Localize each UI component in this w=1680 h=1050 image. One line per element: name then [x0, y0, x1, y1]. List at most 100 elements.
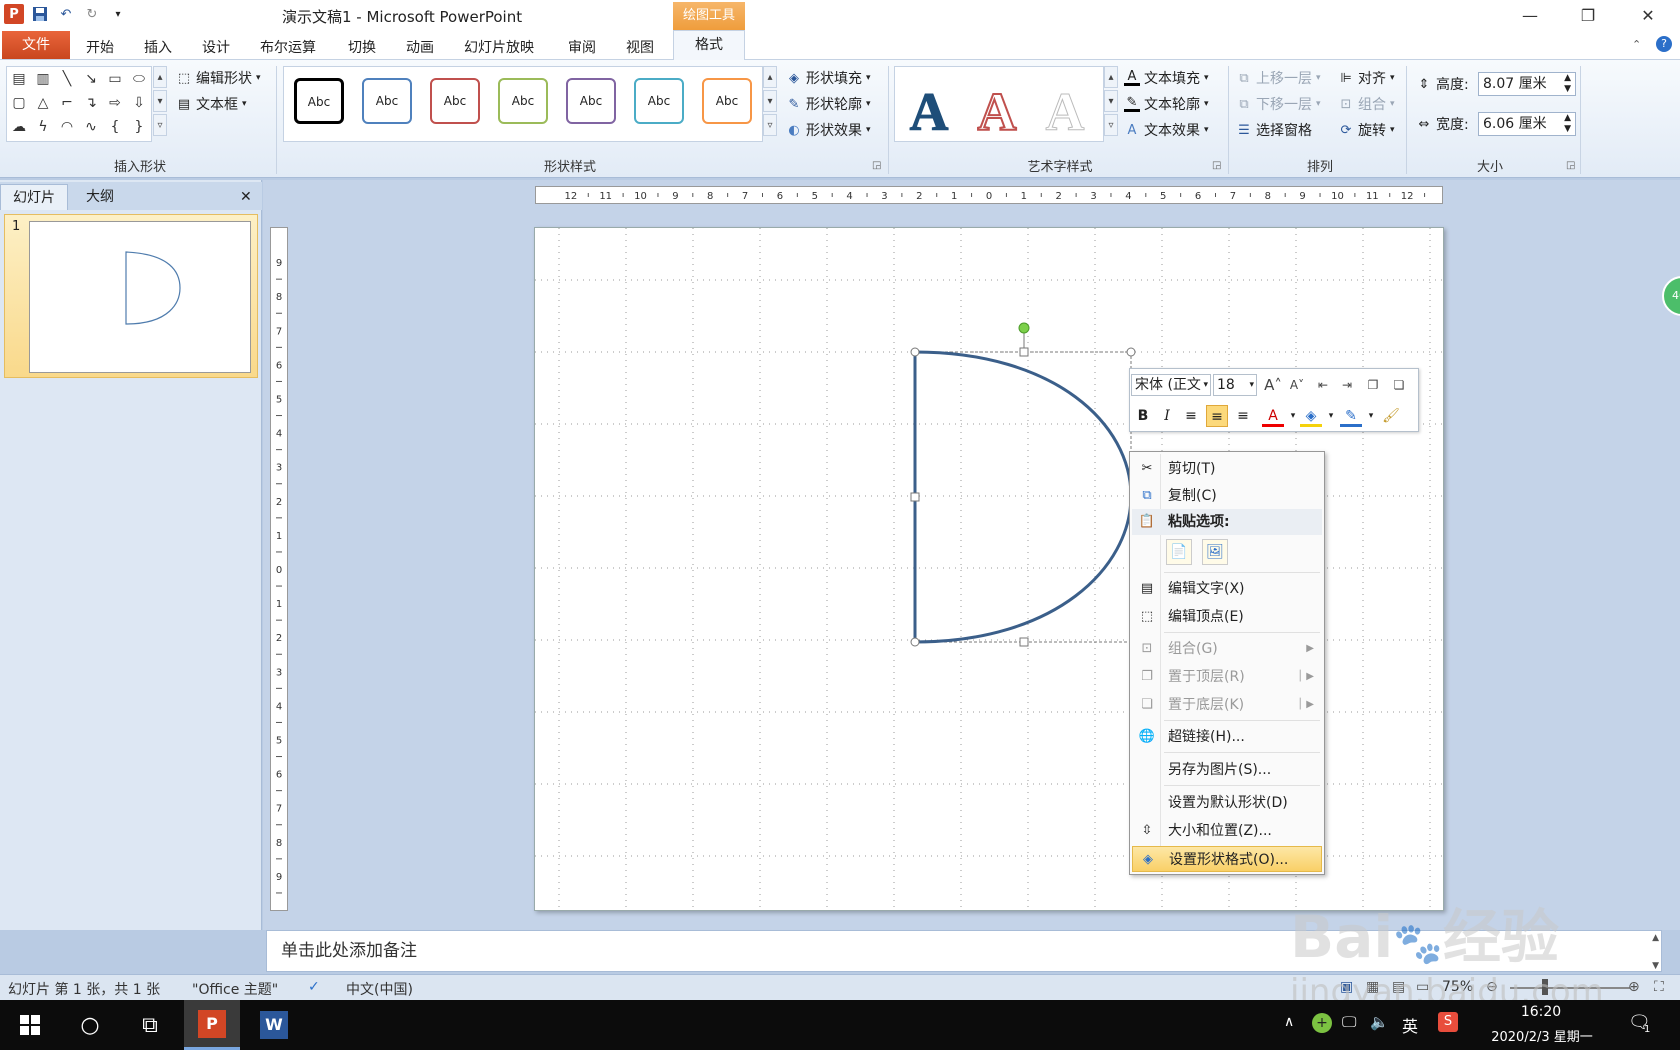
size-launcher-icon[interactable]: ◲	[1566, 160, 1575, 171]
width-input[interactable]: 6.06 厘米 ▲ ▼	[1478, 112, 1576, 136]
language-status[interactable]: 中文(中国)	[346, 979, 413, 999]
resize-handle-w[interactable]	[910, 492, 920, 502]
tab-design[interactable]: 设计	[194, 36, 238, 60]
fill-color-icon[interactable]: ◈	[1300, 405, 1322, 427]
wordart-launcher-icon[interactable]: ◲	[1212, 160, 1221, 171]
height-input[interactable]: 8.07 厘米 ▲ ▼	[1478, 72, 1576, 96]
font-dropdown-icon[interactable]: ▾	[1203, 375, 1208, 395]
arrow-line-shape-icon[interactable]: ↘	[81, 69, 101, 89]
font-size-select[interactable]: 18 ▾	[1213, 374, 1257, 396]
shape-style-1[interactable]: Abc	[294, 78, 344, 124]
menu-item-set-default-shape[interactable]: 设置为默认形状(D)	[1132, 790, 1322, 816]
shape-style-4[interactable]: Abc	[498, 78, 548, 124]
task-view-icon[interactable]: ⧉	[122, 1000, 178, 1050]
tab-format[interactable]: 格式	[673, 30, 745, 60]
shape-style-2[interactable]: Abc	[362, 78, 412, 124]
horizontal-ruler[interactable]: 12 11 10 9 8 7 6 5 4 3 2 1 0 1 2 3 4 5 6 7 8 9 10 11 12	[535, 186, 1443, 204]
menu-item-edit-points[interactable]: ⬚ 编辑顶点(E)	[1132, 604, 1322, 630]
oval-shape-icon[interactable]: ⬭	[129, 69, 149, 89]
align-button[interactable]: ⊫ 对齐 ▾	[1338, 68, 1394, 88]
save-icon[interactable]	[30, 4, 50, 24]
width-spinner-icon[interactable]: ▲ ▼	[1564, 113, 1571, 135]
menu-item-size-position[interactable]: ⇳ 大小和位置(Z)...	[1132, 818, 1322, 844]
bold-button[interactable]: B	[1132, 405, 1154, 427]
down-arrow-shape-icon[interactable]: ⇩	[129, 93, 149, 113]
tab-home[interactable]: 开始	[78, 36, 122, 60]
tab-view[interactable]: 视图	[618, 36, 662, 60]
network-icon[interactable]: 🖵	[1342, 1013, 1356, 1031]
tab-slideshow[interactable]: 幻灯片放映	[456, 36, 542, 60]
tab-transitions[interactable]: 切换	[340, 36, 384, 60]
slide-thumbnail-selected[interactable]: 1	[4, 214, 258, 378]
close-window-button[interactable]: ✕	[1628, 4, 1668, 28]
shape-style-5[interactable]: Abc	[566, 78, 616, 124]
rounded-rectangle-shape-icon[interactable]: ▢	[9, 93, 29, 113]
menu-item-copy[interactable]: ⧉ 复制(C)	[1132, 483, 1322, 509]
group-button[interactable]: ⊡ 组合 ▾	[1338, 94, 1395, 114]
right-arrow-shape-icon[interactable]: ⇨	[105, 93, 125, 113]
grow-font-icon[interactable]: A˄	[1262, 374, 1284, 396]
font-color-button[interactable]: A	[1262, 405, 1284, 427]
taskbar-word-icon[interactable]: W	[246, 1000, 302, 1050]
clock-date[interactable]: 2020/2/3 星期一	[1482, 1026, 1602, 1045]
menu-item-edit-text[interactable]: ▤ 编辑文字(X)	[1132, 576, 1322, 602]
tray-chevron-icon[interactable]: ∧	[1284, 1014, 1294, 1030]
increase-indent-icon[interactable]: ⇥	[1336, 374, 1358, 396]
tab-slides[interactable]: 幻灯片	[0, 184, 68, 210]
send-to-back-mini-icon[interactable]: ❏	[1388, 374, 1410, 396]
elbow-connector-shape-icon[interactable]: ⌐	[57, 93, 77, 113]
shape-fill-button[interactable]: ◈ 形状填充 ▾	[786, 68, 871, 88]
menu-item-bring-to-front[interactable]: ❐ 置于顶层(R) │ ▶	[1132, 664, 1322, 690]
menu-item-send-to-back[interactable]: ❏ 置于底层(K) │ ▶	[1132, 692, 1322, 718]
tab-animations[interactable]: 动画	[398, 36, 442, 60]
text-box-button[interactable]: ▤ 文本框 ▾	[176, 94, 247, 114]
wordart-scroll-down-icon[interactable]: ▾	[1104, 90, 1118, 112]
resize-handle-ne[interactable]	[1126, 347, 1136, 357]
notes-scrollbar[interactable]: ▲ ▼	[1652, 931, 1659, 973]
resize-handle-sw[interactable]	[910, 637, 920, 647]
undo-icon[interactable]: ↶	[56, 4, 76, 24]
text-fill-button[interactable]: A 文本填充 ▾	[1124, 68, 1209, 88]
wordart-scroll-up-icon[interactable]: ▴	[1104, 66, 1118, 88]
curve-shape-icon[interactable]: ∿	[81, 117, 101, 137]
edit-shape-button[interactable]: ⬚ 编辑形状 ▾	[176, 68, 261, 88]
cloud-shape-icon[interactable]: ☁	[9, 117, 29, 137]
tab-boolean[interactable]: 布尔运算	[252, 36, 324, 60]
line-color-icon[interactable]: ✎	[1340, 405, 1362, 427]
align-right-icon[interactable]: ≡	[1232, 405, 1254, 427]
rectangle-shape-icon[interactable]: ▭	[105, 69, 125, 89]
redo-icon[interactable]: ↻	[82, 4, 102, 24]
d-shape[interactable]	[913, 350, 1133, 644]
resize-handle-s[interactable]	[1019, 637, 1029, 647]
ime-indicator[interactable]: 英	[1402, 1013, 1418, 1037]
shape-effects-button[interactable]: ◐ 形状效果 ▾	[786, 120, 870, 140]
wordart-style-blue[interactable]: A	[899, 81, 959, 143]
theme-status[interactable]: "Office 主题"	[192, 979, 278, 999]
cortana-search-icon[interactable]: ○	[62, 1000, 118, 1050]
taskbar-powerpoint-icon[interactable]: P	[184, 1000, 240, 1050]
shapes-scroll-up-icon[interactable]: ▴	[153, 66, 167, 88]
align-left-icon[interactable]: ≡	[1180, 405, 1202, 427]
windows-start-icon[interactable]	[2, 1000, 58, 1050]
restore-button[interactable]: ❐	[1568, 4, 1608, 28]
resize-handle-n[interactable]	[1019, 347, 1029, 357]
menu-item-save-as-picture[interactable]: 另存为图片(S)...	[1132, 757, 1322, 783]
tray-app-icon[interactable]: +	[1312, 1013, 1332, 1033]
slide-thumbnail[interactable]	[29, 221, 251, 373]
paste-keep-formatting-icon[interactable]: 📄	[1166, 539, 1192, 565]
format-painter-icon[interactable]: 🖌	[1380, 405, 1402, 427]
customize-qat-icon[interactable]: ▾	[108, 4, 128, 24]
menu-item-group[interactable]: ⊡ 组合(G) ▶	[1132, 636, 1322, 662]
tab-file[interactable]: 文件	[2, 31, 70, 59]
elbow-arrow-shape-icon[interactable]: ↴	[81, 93, 101, 113]
shapes-scroll-down-icon[interactable]: ▾	[153, 90, 167, 112]
spellcheck-icon[interactable]: ✓	[308, 979, 320, 995]
line-shape-icon[interactable]: ╲	[57, 69, 77, 89]
help-icon[interactable]: ?	[1656, 36, 1672, 52]
rotate-button[interactable]: ⟳ 旋转 ▾	[1338, 120, 1395, 140]
shape-styles-launcher-icon[interactable]: ◲	[872, 160, 881, 171]
font-name-select[interactable]: 宋体 (正文 ▾	[1131, 374, 1211, 396]
minimize-button[interactable]: —	[1510, 4, 1550, 28]
height-spinner-icon[interactable]: ▲ ▼	[1564, 73, 1571, 95]
close-pane-icon[interactable]: ✕	[228, 184, 264, 210]
